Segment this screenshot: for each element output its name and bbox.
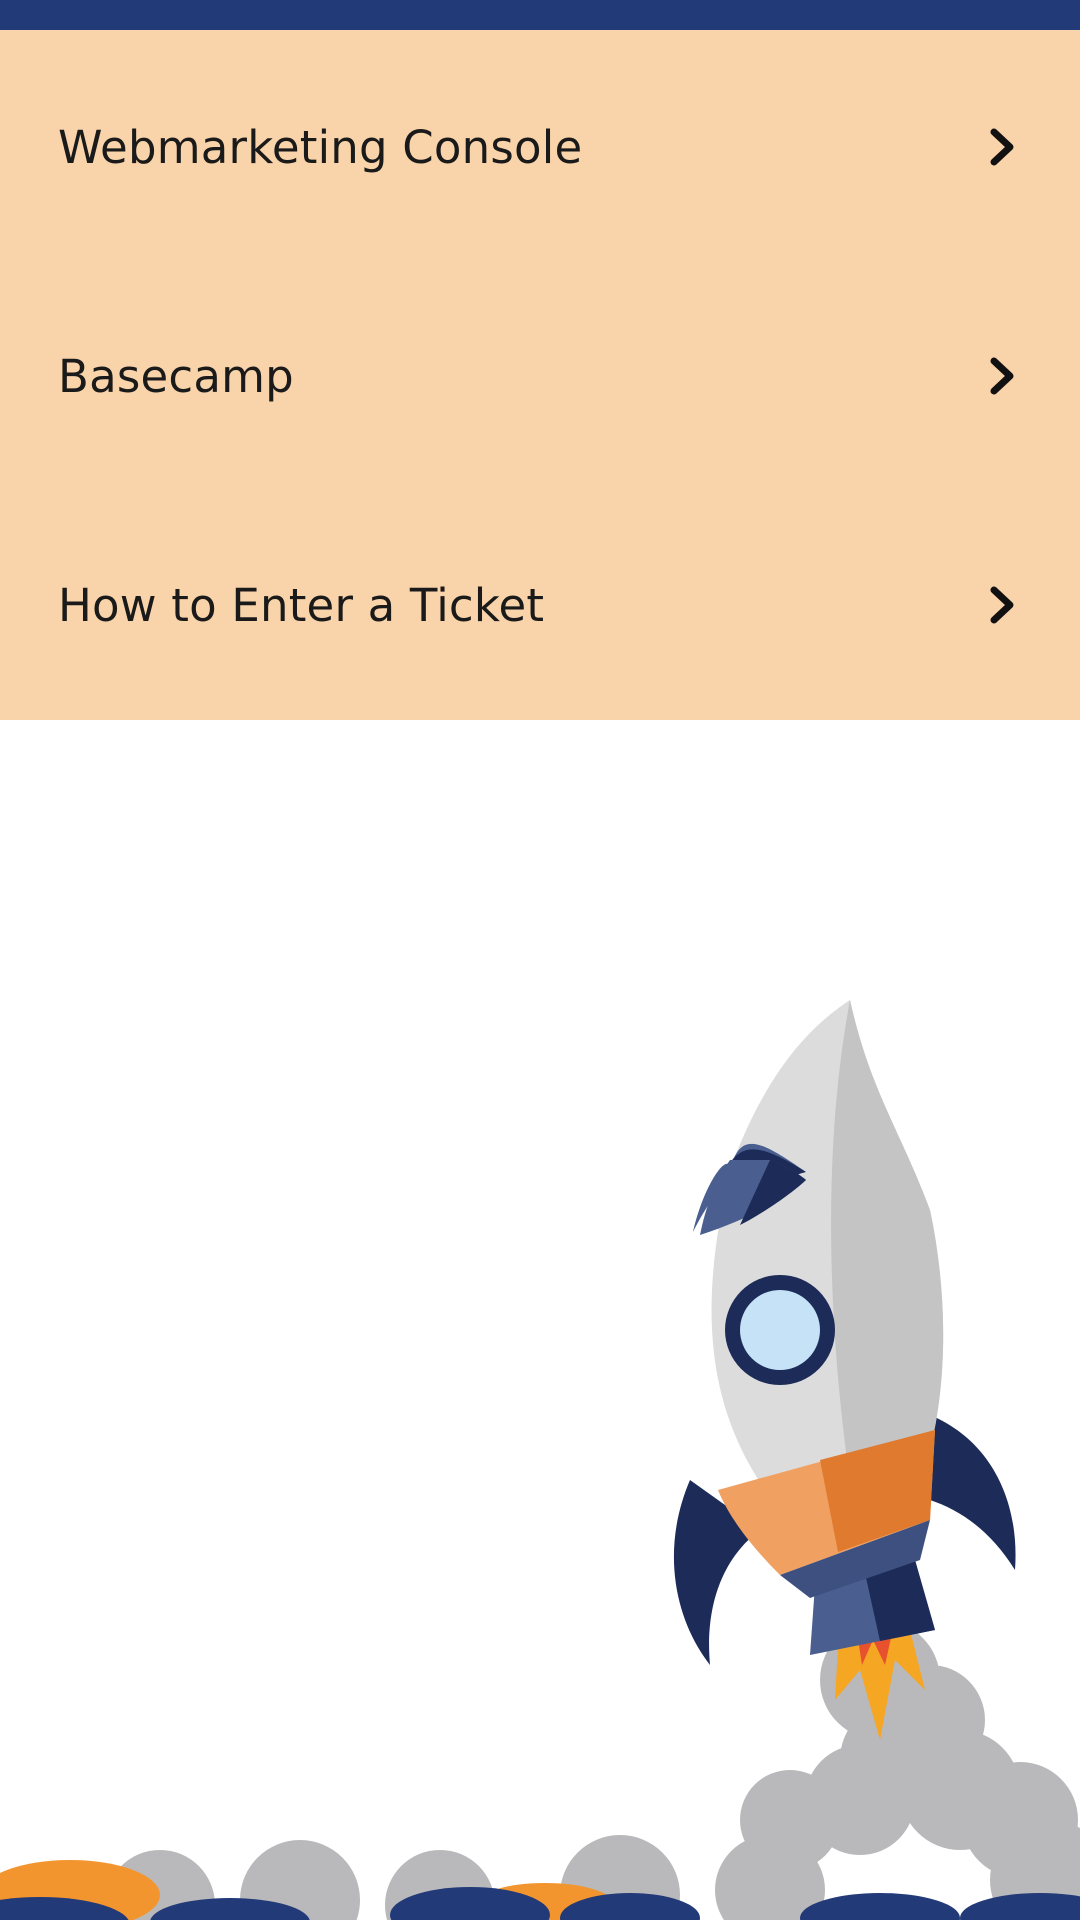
menu-item-label: Basecamp [58, 349, 294, 403]
rocket-window [725, 1275, 835, 1385]
menu-item-webmarketing-console[interactable]: Webmarketing Console [0, 72, 1080, 222]
menu-item-label: How to Enter a Ticket [58, 578, 545, 632]
chevron-right-icon [982, 585, 1022, 625]
menu-item-how-to-enter-ticket[interactable]: How to Enter a Ticket [0, 530, 1080, 680]
rocket-launch-illustration [0, 1000, 1080, 1920]
chevron-right-icon [982, 356, 1022, 396]
menu-item-basecamp[interactable]: Basecamp [0, 301, 1080, 451]
smoke-clouds [105, 1620, 1080, 1920]
chevron-right-icon [982, 127, 1022, 167]
menu-list: Webmarketing Console Basecamp How to Ent… [0, 30, 1080, 720]
app-screen: Webmarketing Console Basecamp How to Ent… [0, 0, 1080, 1920]
top-app-bar [0, 0, 1080, 30]
menu-item-label: Webmarketing Console [58, 120, 583, 174]
